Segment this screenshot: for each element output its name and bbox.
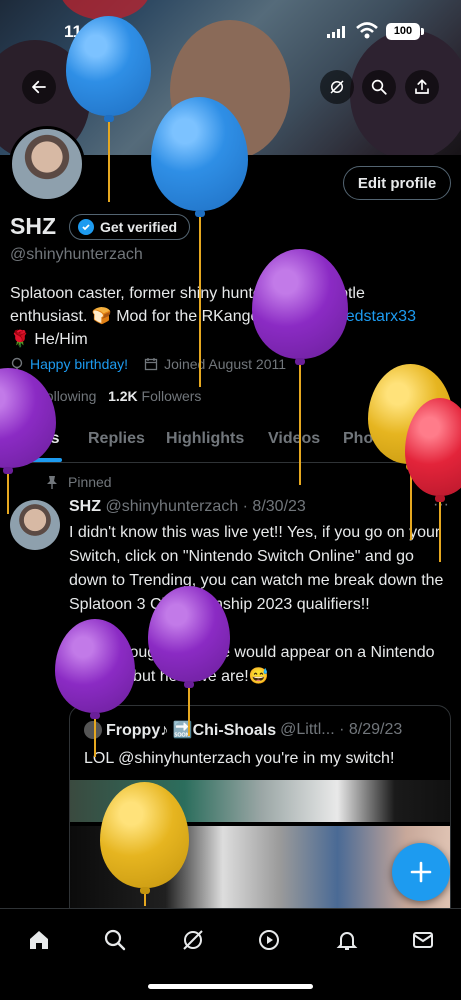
search-button[interactable] [362,70,396,104]
followers-link[interactable]: 1.2K Followers [108,388,201,404]
status-time: 11:26 [64,22,107,41]
bio-mention-link[interactable]: @redstarx33 [324,308,416,325]
active-tab-indicator [16,458,62,462]
tweet-author[interactable]: SHZ [69,498,101,515]
profile-meta: Happy birthday! Joined August 2011 [10,356,286,372]
nav-messages[interactable] [409,926,437,954]
quoted-text: LOL @shinyhunterzach you're in my switch… [84,750,395,767]
get-verified-button[interactable]: Get verified [69,214,191,240]
quoted-author: Froppy♪ 🔜Chi-Shoals [106,722,277,739]
nav-video[interactable] [255,926,283,954]
nav-grok[interactable] [179,926,207,954]
bio-line-1: Splatoon caster, former shiny hunter, an… [10,285,365,302]
share-icon [415,79,429,94]
pinned-label: Pinned [68,474,112,490]
more-options-icon[interactable]: ··· [433,496,449,514]
tweet-paragraph-2: Never thought my face would appear on a … [69,644,435,685]
followers-count: 1.2K [108,388,138,404]
tweet-text: I didn't know this was live yet!! Yes, i… [69,521,453,689]
pinned-indicator: Pinned [46,474,112,490]
battery-indicator: 100 [386,23,420,40]
bio-line-2: enthusiast. 🍞 Mod for the RKangels ❤️ 🌹 … [10,305,455,328]
nav-search[interactable] [101,926,129,954]
battery-tip [421,28,424,35]
profile-handle: @shinyhunterzach [10,246,143,263]
birthday-icon [11,357,23,371]
video-icon [259,930,279,950]
search-icon [371,79,387,95]
profile-bio: Splatoon caster, former shiny hunter, an… [10,282,455,351]
calendar-icon [144,358,158,371]
mail-icon [413,932,433,948]
cellular-signal-icon [327,26,345,38]
pin-icon [47,476,57,489]
tweet-header: SHZ @shinyhunterzach · 8/30/23 [69,498,306,516]
quoted-avatar [84,721,102,739]
verified-badge-icon [78,219,94,235]
bell-icon [336,932,358,950]
plus-icon [410,861,432,883]
follow-counts: 374 Following 1.2K Followers [10,388,201,404]
tweet-handle-date: @shinyhunterzach · 8/30/23 [105,498,306,515]
following-link[interactable]: 374 Following [10,388,96,404]
share-button[interactable] [405,70,439,104]
compose-button[interactable] [392,843,450,901]
birthday-text[interactable]: Happy birthday! [30,356,128,372]
search-icon [104,929,126,951]
wifi-icon [356,22,378,39]
tab-posts[interactable]: Posts [16,430,60,448]
quoted-handle-date: @Littl... · 8/29/23 [280,721,403,738]
tweet-avatar[interactable] [10,500,60,550]
tab-articles[interactable]: Articles [421,430,461,448]
tweet-paragraph-1: I didn't know this was live yet!! Yes, i… [69,524,444,613]
nav-notifications[interactable] [333,926,361,954]
tab-photos[interactable]: Photos [343,430,397,448]
nav-home[interactable] [25,926,53,954]
following-label: Following [37,388,97,404]
arrow-left-icon [32,80,46,94]
edit-profile-button[interactable]: Edit profile [343,166,451,200]
explore-button[interactable] [320,70,354,104]
profile-name: SHZ [10,213,56,239]
get-verified-label: Get verified [100,219,178,235]
grok-icon [183,930,203,950]
tab-videos[interactable]: Videos [268,430,320,448]
home-indicator [148,984,313,989]
tab-replies[interactable]: Replies [88,430,145,448]
profile-tabs: Posts Replies Highlights Videos Photos A… [0,418,461,463]
status-bar: 11:26 100 [0,0,461,62]
bio-text: enthusiast. 🍞 Mod for the RKangels ❤️ 🌹 [10,308,325,325]
explore-icon [330,80,344,94]
following-count: 374 [10,388,34,404]
home-icon [30,931,48,949]
joined-date: Joined August 2011 [164,356,287,372]
tab-highlights[interactable]: Highlights [166,430,244,448]
followers-label: Followers [141,388,202,404]
bio-line-3: 🌹 He/Him [10,331,88,348]
profile-avatar[interactable] [9,126,85,202]
quoted-tweet-header: Froppy♪ 🔜Chi-Shoals @Littl... · 8/29/23 [84,720,402,740]
quoted-image-1[interactable] [70,780,450,822]
back-button[interactable] [22,70,56,104]
